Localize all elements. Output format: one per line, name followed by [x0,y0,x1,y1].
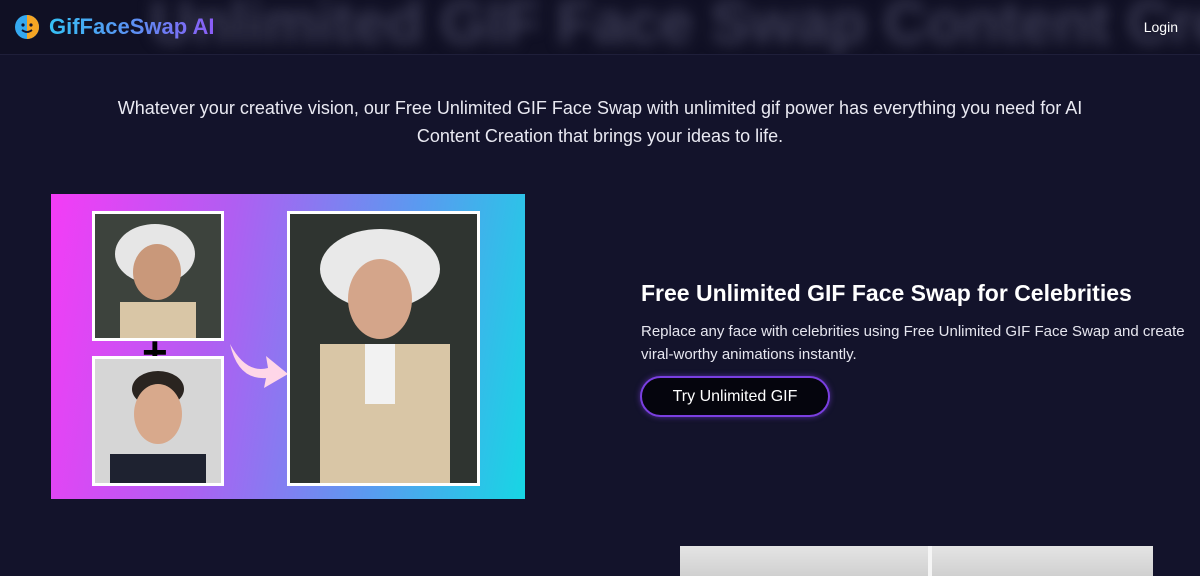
try-unlimited-gif-button[interactable]: Try Unlimited GIF [640,376,830,417]
source-face-photo [92,211,224,341]
intro-text: Whatever your creative vision, our Free … [117,98,1083,146]
arrow-right-icon [230,344,288,388]
brand-logo[interactable]: GifFaceSwap AI [14,14,214,40]
feature-description: Replace any face with celebrities using … [641,323,1185,363]
result-face-photo [287,211,480,486]
feature-title: Free Unlimited GIF Face Swap for Celebri… [641,280,1132,306]
swapped-portrait [290,214,477,483]
man-portrait [95,359,221,483]
top-navigation-bar: Unlimited GIF Face Swap Content Creation… [0,0,1200,55]
blurred-background-heading: Unlimited GIF Face Swap Content Creation [150,0,1200,55]
einstein-portrait [95,214,221,338]
smiley-face-icon [15,15,39,39]
face-swap-example-image: + [51,194,525,499]
brand-name: GifFaceSwap AI [49,14,215,39]
login-link[interactable]: Login [1144,19,1178,35]
next-section-image [680,546,1153,576]
target-face-photo [92,356,224,486]
